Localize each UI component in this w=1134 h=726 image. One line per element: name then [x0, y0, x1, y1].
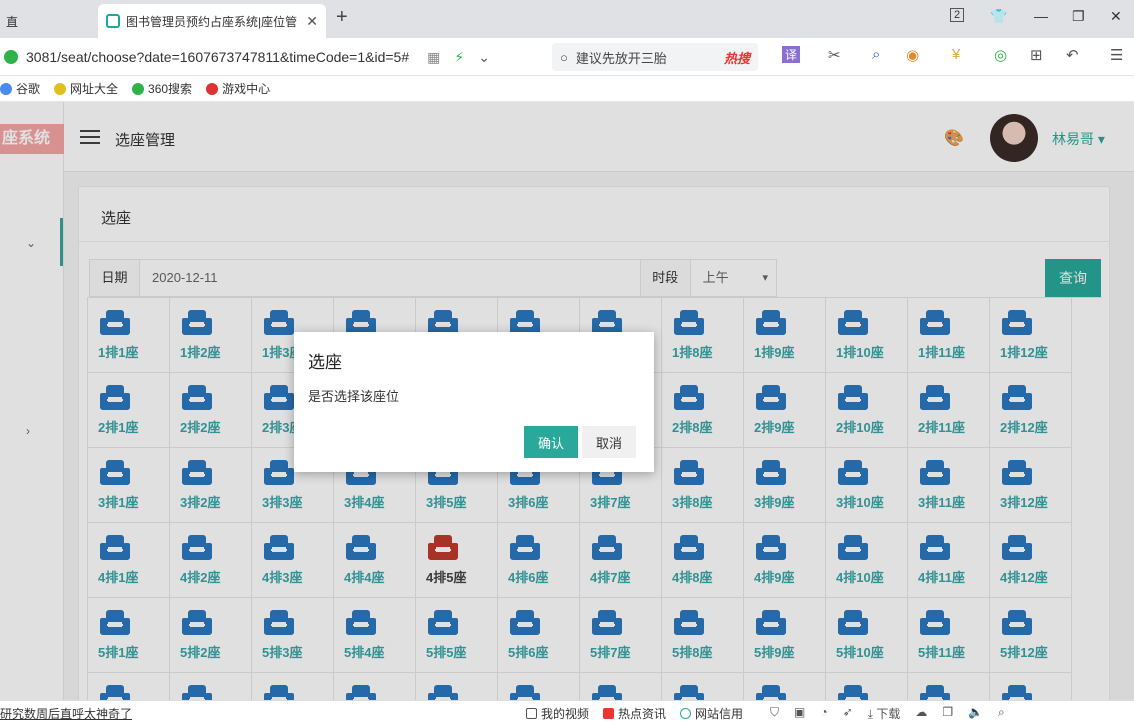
image-icon[interactable]: ▣ — [794, 705, 805, 722]
security-shield-icon — [4, 50, 18, 64]
search-box[interactable]: ○ 建议先放开三胎 热搜 — [552, 43, 758, 71]
news-link[interactable]: 研究数周后直呼太神奇了 — [0, 705, 132, 722]
zoom-icon[interactable]: ⌕ — [998, 705, 1005, 722]
cloud-icon[interactable]: ☁ — [915, 705, 927, 722]
browser-statusbar: 研究数周后直呼太神奇了 我的视频 热点资讯 网站信用 ⛉ ▣ ◔ ➶ ⤓ 下载 … — [0, 700, 1134, 726]
credit-icon — [680, 708, 692, 719]
window-icon[interactable]: ❐ — [942, 705, 953, 722]
bookmarks-bar: 谷歌 网址大全 360搜索 游戏中心 — [0, 76, 1134, 102]
bookmark-item[interactable]: 游戏中心 — [206, 80, 270, 97]
minimize-icon[interactable]: — — [1034, 8, 1048, 24]
download-button[interactable]: ⤓ 下载 — [868, 705, 901, 722]
google-icon — [0, 82, 12, 95]
site-credit-link[interactable]: 网站信用 — [680, 705, 743, 722]
video-icon — [526, 708, 537, 719]
bookmark-item[interactable]: 网址大全 — [54, 80, 118, 97]
translate-icon[interactable]: 译 — [782, 46, 801, 63]
news-icon — [603, 708, 615, 719]
rocket-icon[interactable]: ➶ — [843, 705, 853, 722]
status-icons: ⛉ ▣ ◔ ➶ ⤓ 下载 ☁ ❐ 🔈 ⌕ — [770, 705, 1020, 722]
dialog-title: 选座 — [308, 353, 342, 372]
coin-icon[interactable]: ¥ — [952, 46, 960, 63]
tab-close-icon[interactable]: ✕ — [306, 13, 318, 30]
volume-icon[interactable]: 🔈 — [968, 705, 983, 722]
browser-tabbar: 直 图书管理员预约占座系统|座位管 ✕ + 2 👕 — ❐ ✕ — [0, 0, 1134, 38]
speed-icon[interactable]: ◔ — [820, 705, 827, 722]
green-app-icon[interactable]: ◎ — [994, 46, 1007, 64]
hot-news-link[interactable]: 热点资讯 — [603, 705, 666, 722]
shirt-icon[interactable]: 👕 — [990, 8, 1007, 25]
globe-icon — [54, 82, 67, 95]
hot-search-label[interactable]: 热搜 — [724, 48, 750, 67]
360-search-icon — [132, 82, 145, 95]
url-field[interactable]: 3081/seat/choose?date=1607673747811&time… — [4, 43, 540, 71]
address-toolbar: 3081/seat/choose?date=1607673747811&time… — [0, 38, 1134, 76]
search-icon: ○ — [560, 49, 568, 65]
close-window-icon[interactable]: ✕ — [1110, 8, 1122, 25]
my-videos-link[interactable]: 我的视频 — [526, 705, 589, 722]
url-text: 3081/seat/choose?date=1607673747811&time… — [26, 49, 410, 65]
dialog-message: 是否选择该座位 — [308, 389, 400, 404]
bookmark-item[interactable]: 360搜索 — [132, 80, 192, 97]
confirm-button[interactable]: 确认 — [524, 426, 578, 458]
undo-icon[interactable]: ↶ — [1066, 46, 1079, 64]
lightning-icon[interactable]: ⚡ — [454, 49, 464, 66]
status-links: 我的视频 热点资讯 网站信用 — [526, 705, 757, 722]
restore-icon[interactable]: ❐ — [1072, 8, 1085, 25]
tab-count-badge[interactable]: 2 — [950, 8, 965, 22]
tab-title: 直 — [6, 14, 19, 29]
new-tab-icon[interactable]: + — [336, 6, 348, 29]
chevron-down-icon[interactable]: ⌄ — [478, 49, 490, 66]
tab-title: 图书管理员预约占座系统|座位管 — [126, 14, 298, 29]
grid-apps-icon[interactable]: ⊞ — [1030, 46, 1043, 64]
cancel-button[interactable]: 取消 — [582, 426, 636, 458]
game-center-icon — [206, 82, 219, 95]
shield-icon[interactable]: ⛉ — [770, 705, 779, 722]
magnifier-icon[interactable]: ⌕ — [872, 46, 880, 63]
qr-icon[interactable]: ▦ — [427, 49, 440, 66]
bookmark-item[interactable]: 谷歌 — [0, 80, 40, 97]
browser-tab-inactive[interactable]: 直 — [0, 4, 96, 38]
site-favicon-icon — [106, 14, 120, 28]
browser-tab-active[interactable]: 图书管理员预约占座系统|座位管 ✕ — [98, 4, 326, 38]
scissors-icon[interactable]: ✂ — [828, 46, 841, 64]
search-placeholder: 建议先放开三胎 — [575, 50, 667, 66]
gamepad-icon[interactable]: ◉ — [906, 46, 919, 64]
menu-icon[interactable]: ☰ — [1110, 46, 1123, 64]
confirm-dialog: 选座 是否选择该座位 确认 取消 — [294, 332, 654, 472]
